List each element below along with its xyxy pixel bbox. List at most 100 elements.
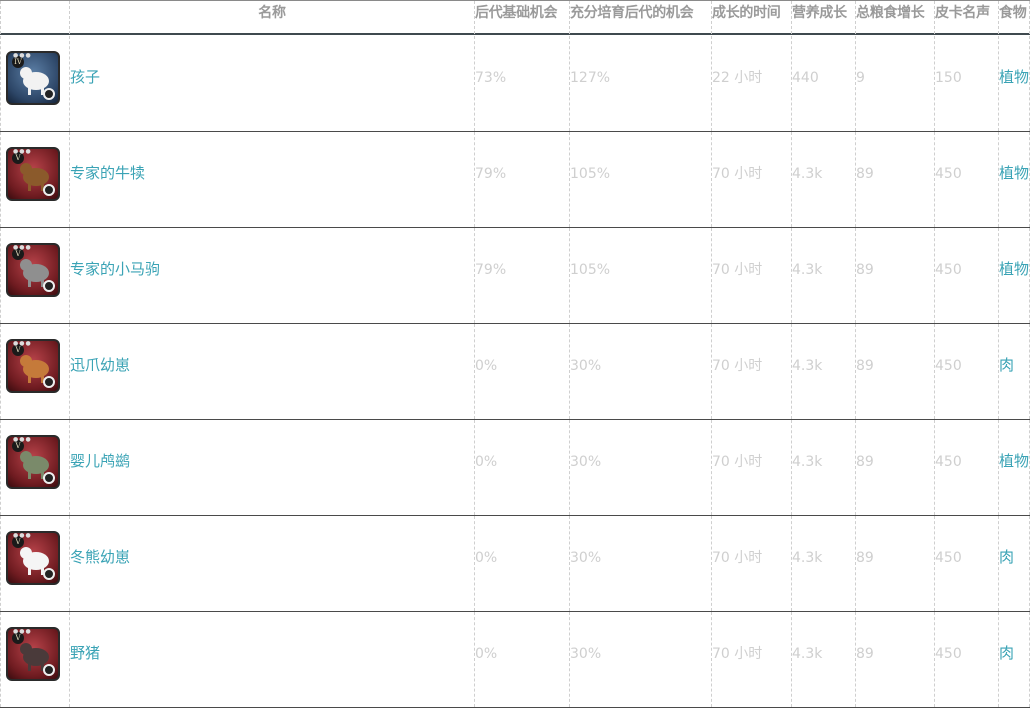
full-chance-value: 30%	[569, 420, 711, 515]
full-chance-value: 30%	[569, 324, 711, 419]
nutrition-value: 4.3k	[791, 516, 855, 611]
quality-dots-icon: ●●●	[13, 628, 32, 635]
creature-name-link[interactable]: 冬熊幼崽	[69, 516, 474, 611]
table-row: V ●●● 婴儿鸬鹚 0% 30% 70 小时 4.3k 89 450 植物	[0, 420, 1030, 516]
total-food-value: 89	[855, 516, 934, 611]
food-type-link[interactable]: 植物	[998, 420, 1030, 515]
header-full-chance: 充分培育后代的机会	[569, 1, 711, 34]
quality-dots-icon: ●●●	[13, 148, 32, 155]
base-chance-value: 0%	[474, 324, 569, 419]
food-type-link[interactable]: 肉	[998, 516, 1030, 611]
base-chance-value: 79%	[474, 132, 569, 227]
base-chance-value: 0%	[474, 612, 569, 707]
food-type-link[interactable]: 植物	[998, 36, 1030, 131]
full-chance-value: 105%	[569, 132, 711, 227]
enchant-ring-icon	[43, 280, 55, 292]
full-chance-value: 30%	[569, 516, 711, 611]
winter-bear-cub-icon[interactable]: V ●●●	[6, 531, 60, 585]
grow-time-value: 70 小时	[711, 612, 791, 707]
grow-time-value: 70 小时	[711, 420, 791, 515]
food-type-link[interactable]: 植物	[998, 228, 1030, 323]
enchant-ring-icon	[43, 376, 55, 388]
header-name: 名称	[69, 1, 474, 34]
header-base-chance: 后代基础机会	[474, 1, 569, 34]
fame-value: 450	[934, 420, 998, 515]
quality-dots-icon: ●●●	[13, 244, 32, 251]
grow-time-value: 70 小时	[711, 516, 791, 611]
quality-dots-icon: ●●●	[13, 52, 32, 59]
total-food-value: 9	[855, 36, 934, 131]
quality-dots-icon: ●●●	[13, 340, 32, 347]
table-row: V ●●● 专家的小马驹 79% 105% 70 小时 4.3k 89 450 植物	[0, 228, 1030, 324]
enchant-ring-icon	[43, 184, 55, 196]
nutrition-value: 4.3k	[791, 612, 855, 707]
full-chance-value: 105%	[569, 228, 711, 323]
food-type-link[interactable]: 肉	[998, 612, 1030, 707]
nutrition-value: 4.3k	[791, 132, 855, 227]
header-icon-column	[0, 1, 69, 34]
enchant-ring-icon	[43, 472, 55, 484]
moa-chick-icon[interactable]: V ●●●	[6, 435, 60, 489]
grow-time-value: 70 小时	[711, 132, 791, 227]
icon-cell: V ●●●	[0, 324, 69, 419]
breeding-table: 名称 后代基础机会 充分培育后代的机会 成长的时间 营养成长 总粮食增长 皮卡名…	[0, 0, 1033, 710]
creature-name-link[interactable]: 迅爪幼崽	[69, 324, 474, 419]
quality-dots-icon: ●●●	[13, 532, 32, 539]
boar-icon[interactable]: V ●●●	[6, 627, 60, 681]
header-nutrition: 营养成长	[791, 1, 855, 34]
table-row: IV ●●● 孩子 73% 127% 22 小时 440 9 150 植物	[0, 36, 1030, 132]
fame-value: 450	[934, 612, 998, 707]
total-food-value: 89	[855, 132, 934, 227]
header-food: 食物	[998, 1, 1030, 34]
full-chance-value: 30%	[569, 612, 711, 707]
total-food-value: 89	[855, 612, 934, 707]
enchant-ring-icon	[43, 568, 55, 580]
fame-value: 150	[934, 36, 998, 131]
grow-time-value: 70 小时	[711, 228, 791, 323]
nutrition-value: 4.3k	[791, 228, 855, 323]
creature-name-link[interactable]: 专家的小马驹	[69, 228, 474, 323]
base-chance-value: 0%	[474, 420, 569, 515]
table-row: V ●●● 专家的牛犊 79% 105% 70 小时 4.3k 89 450 植物	[0, 132, 1030, 228]
fame-value: 450	[934, 516, 998, 611]
total-food-value: 89	[855, 420, 934, 515]
base-chance-value: 73%	[474, 36, 569, 131]
creature-name-link[interactable]: 野猪	[69, 612, 474, 707]
fame-value: 450	[934, 228, 998, 323]
foal-icon[interactable]: V ●●●	[6, 243, 60, 297]
food-type-link[interactable]: 肉	[998, 324, 1030, 419]
enchant-ring-icon	[43, 88, 55, 100]
icon-cell: V ●●●	[0, 420, 69, 515]
creature-name-link[interactable]: 专家的牛犊	[69, 132, 474, 227]
table-row: V ●●● 野猪 0% 30% 70 小时 4.3k 89 450 肉	[0, 612, 1030, 708]
nutrition-value: 440	[791, 36, 855, 131]
header-grow-time: 成长的时间	[711, 1, 791, 34]
table-row: V ●●● 冬熊幼崽 0% 30% 70 小时 4.3k 89 450 肉	[0, 516, 1030, 612]
nutrition-value: 4.3k	[791, 420, 855, 515]
wolf-cub-icon[interactable]: IV ●●●	[6, 51, 60, 105]
header-fame: 皮卡名声	[934, 1, 998, 34]
creature-name-link[interactable]: 孩子	[69, 36, 474, 131]
icon-cell: V ●●●	[0, 516, 69, 611]
calf-icon[interactable]: V ●●●	[6, 147, 60, 201]
icon-cell: IV ●●●	[0, 36, 69, 131]
base-chance-value: 0%	[474, 516, 569, 611]
icon-cell: V ●●●	[0, 132, 69, 227]
icon-cell: V ●●●	[0, 612, 69, 707]
icon-cell: V ●●●	[0, 228, 69, 323]
swiftclaw-cub-icon[interactable]: V ●●●	[6, 339, 60, 393]
fame-value: 450	[934, 132, 998, 227]
fame-value: 450	[934, 324, 998, 419]
creature-name-link[interactable]: 婴儿鸬鹚	[69, 420, 474, 515]
total-food-value: 89	[855, 228, 934, 323]
header-total-food: 总粮食增长	[855, 1, 934, 34]
grow-time-value: 70 小时	[711, 324, 791, 419]
food-type-link[interactable]: 植物	[998, 132, 1030, 227]
table-row: V ●●● 迅爪幼崽 0% 30% 70 小时 4.3k 89 450 肉	[0, 324, 1030, 420]
grow-time-value: 22 小时	[711, 36, 791, 131]
enchant-ring-icon	[43, 664, 55, 676]
table-header: 名称 后代基础机会 充分培育后代的机会 成长的时间 营养成长 总粮食增长 皮卡名…	[0, 0, 1030, 35]
base-chance-value: 79%	[474, 228, 569, 323]
total-food-value: 89	[855, 324, 934, 419]
quality-dots-icon: ●●●	[13, 436, 32, 443]
